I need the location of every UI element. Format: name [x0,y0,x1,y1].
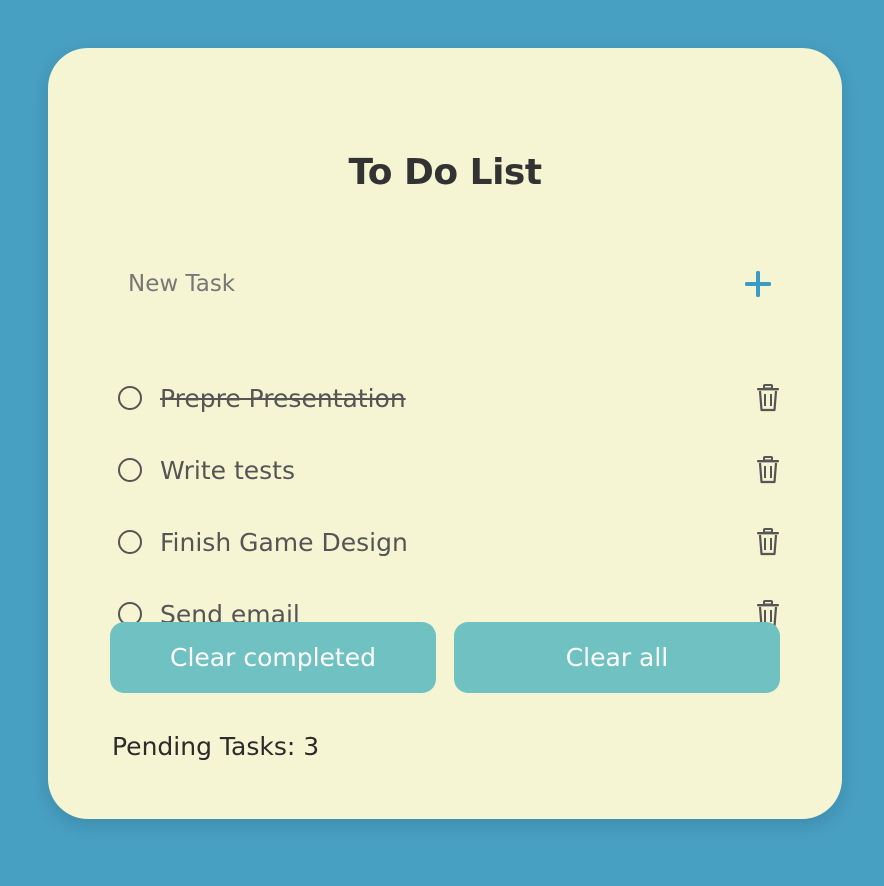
new-task-row [110,244,780,324]
task-checkbox[interactable] [118,530,142,554]
trash-icon [757,456,779,484]
task-checkbox[interactable] [118,458,142,482]
task-item: Prepre Presentation [110,362,780,434]
clear-completed-button[interactable]: Clear completed [110,622,436,693]
new-task-input[interactable] [110,244,710,324]
action-buttons: Clear completed Clear all [110,622,780,693]
task-item: Write tests [110,434,780,506]
plus-icon [745,271,771,297]
task-checkbox[interactable] [118,386,142,410]
pending-count: 3 [303,732,320,761]
add-task-button[interactable] [736,262,780,306]
delete-task-button[interactable] [754,382,782,414]
delete-task-button[interactable] [754,454,782,486]
pending-tasks-counter: Pending Tasks: 3 [112,732,319,761]
trash-icon [757,528,779,556]
task-list: Prepre Presentation Write tests Finish G… [110,362,780,650]
task-label[interactable]: Write tests [160,456,754,485]
clear-all-button[interactable]: Clear all [454,622,780,693]
trash-icon [757,384,779,412]
todo-card: To Do List Prepre Presentation [48,48,842,819]
pending-label: Pending Tasks: [112,732,296,761]
delete-task-button[interactable] [754,526,782,558]
task-label[interactable]: Prepre Presentation [160,384,754,413]
task-item: Finish Game Design [110,506,780,578]
task-label[interactable]: Finish Game Design [160,528,754,557]
page-title: To Do List [348,152,542,193]
